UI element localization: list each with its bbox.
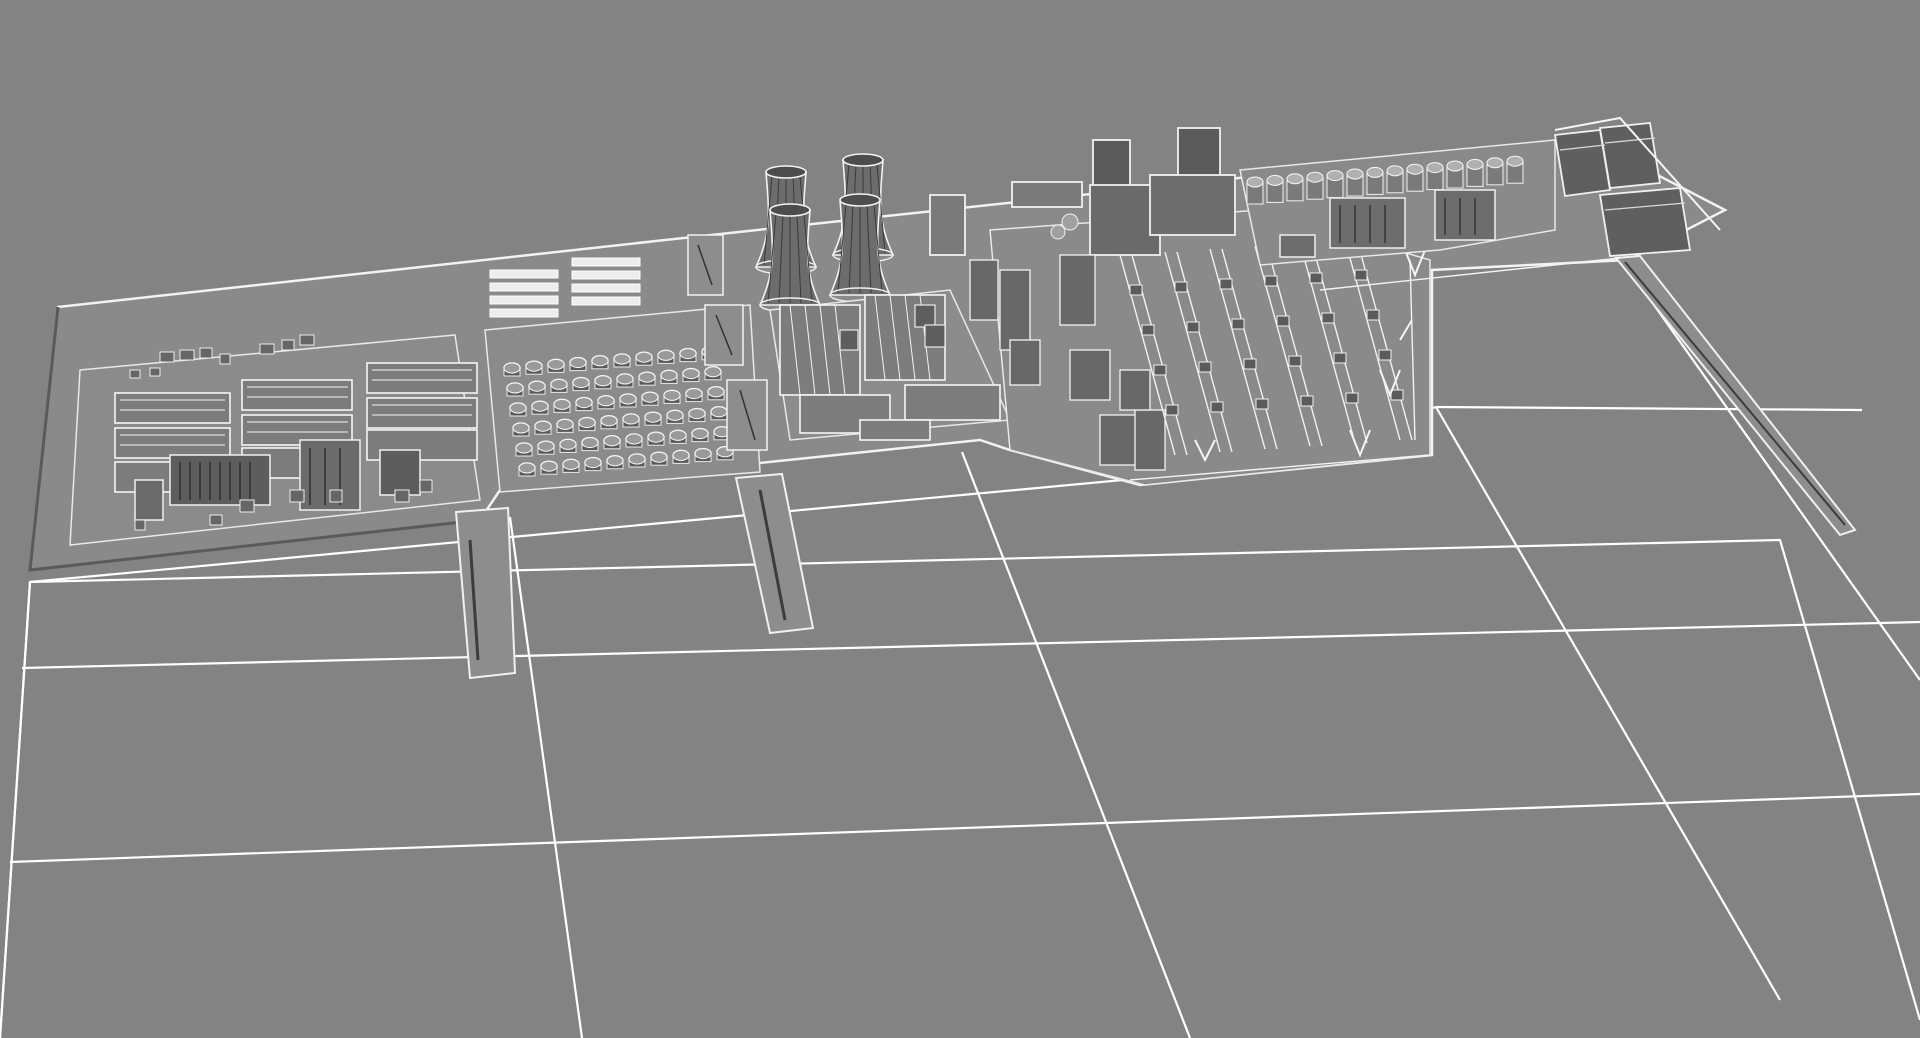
tank-roof bbox=[707, 386, 725, 398]
transformer bbox=[1141, 324, 1155, 336]
transformer bbox=[1210, 401, 1224, 413]
tank-roof bbox=[616, 373, 634, 385]
silo-top bbox=[1246, 176, 1264, 188]
tank-roof bbox=[672, 449, 690, 461]
transformer bbox=[1165, 404, 1179, 416]
silo-top bbox=[1386, 165, 1404, 177]
tank-roof bbox=[572, 377, 590, 389]
tank-roof bbox=[625, 433, 643, 445]
tank-roof bbox=[594, 375, 612, 387]
tank-roof bbox=[528, 380, 546, 392]
tank-roof bbox=[635, 351, 653, 363]
tank-roof bbox=[657, 349, 675, 361]
tank-roof bbox=[663, 389, 681, 401]
silo-top bbox=[1346, 168, 1364, 180]
transformer bbox=[1129, 284, 1143, 296]
tank-roof bbox=[638, 371, 656, 383]
tank-roof bbox=[518, 462, 536, 474]
tank-roof bbox=[619, 393, 637, 405]
tank-roof bbox=[597, 395, 615, 407]
tank-roof bbox=[688, 408, 706, 420]
tank-roof bbox=[682, 368, 700, 380]
transformer bbox=[1219, 278, 1233, 290]
tank-roof bbox=[644, 411, 662, 423]
silo-top bbox=[1446, 160, 1464, 172]
tank-roof bbox=[531, 400, 549, 412]
transformer bbox=[1264, 275, 1278, 287]
tank-roof bbox=[660, 369, 678, 381]
tank-roof bbox=[710, 406, 728, 418]
tank-roof bbox=[550, 378, 568, 390]
transformer bbox=[1390, 389, 1404, 401]
tank-roof bbox=[641, 391, 659, 403]
tank-roof bbox=[512, 422, 530, 434]
tank-roof bbox=[556, 418, 574, 430]
3d-viewport[interactable] bbox=[0, 0, 1920, 1038]
tank-roof bbox=[581, 437, 599, 449]
tank-roof bbox=[704, 366, 722, 378]
tank-roof bbox=[515, 442, 533, 454]
tank-roof bbox=[540, 460, 558, 472]
tank-roof bbox=[591, 355, 609, 367]
transformer bbox=[1333, 352, 1347, 364]
transformer bbox=[1354, 269, 1368, 281]
tank-roof bbox=[562, 458, 580, 470]
tank-roof bbox=[694, 448, 712, 460]
transformer bbox=[1288, 355, 1302, 367]
silo-top bbox=[1506, 155, 1524, 167]
tank-roof bbox=[525, 360, 543, 372]
transformer bbox=[1345, 392, 1359, 404]
silo-top bbox=[1426, 162, 1444, 174]
transformer bbox=[1174, 281, 1188, 293]
tank-roof bbox=[584, 457, 602, 469]
silo-top bbox=[1486, 157, 1504, 169]
scene-canvas[interactable] bbox=[0, 0, 1920, 1038]
transformer bbox=[1366, 309, 1380, 321]
transformer bbox=[1276, 315, 1290, 327]
tank-roof bbox=[569, 357, 587, 369]
tank-roof bbox=[622, 413, 640, 425]
silo-top bbox=[1306, 171, 1324, 183]
tank-roof bbox=[578, 417, 596, 429]
silo-top bbox=[1406, 163, 1424, 175]
transformer bbox=[1378, 349, 1392, 361]
silo-top bbox=[1286, 173, 1304, 185]
transformer bbox=[1153, 364, 1167, 376]
transformer bbox=[1186, 321, 1200, 333]
tank-roof bbox=[503, 362, 521, 374]
transformer bbox=[1198, 361, 1212, 373]
tank-roof bbox=[506, 382, 524, 394]
tank-roof bbox=[685, 388, 703, 400]
tank-roof bbox=[691, 428, 709, 440]
tank-roof bbox=[559, 438, 577, 450]
tank-roof bbox=[537, 440, 555, 452]
tank-roof bbox=[666, 409, 684, 421]
tank-roof bbox=[600, 415, 618, 427]
transformer bbox=[1300, 395, 1314, 407]
transformer bbox=[1321, 312, 1335, 324]
transformer bbox=[1231, 318, 1245, 330]
tank-roof bbox=[553, 398, 571, 410]
tank-roof bbox=[509, 402, 527, 414]
tank-roof bbox=[650, 451, 668, 463]
silo-top bbox=[1326, 170, 1344, 182]
tank-roof bbox=[647, 431, 665, 443]
tank-roof bbox=[547, 358, 565, 370]
tank-roof bbox=[613, 353, 631, 365]
transformer bbox=[1309, 272, 1323, 284]
tank-roof bbox=[603, 435, 621, 447]
tank-roof bbox=[669, 429, 687, 441]
tank-roof bbox=[679, 348, 697, 360]
silo-top bbox=[1366, 166, 1384, 178]
tank-roof bbox=[534, 420, 552, 432]
tank-roof bbox=[575, 397, 593, 409]
silo-top bbox=[1466, 158, 1484, 170]
transformer bbox=[1243, 358, 1257, 370]
tank-roof bbox=[606, 455, 624, 467]
silo-top bbox=[1266, 174, 1284, 186]
tank-roof bbox=[628, 453, 646, 465]
transformer bbox=[1255, 398, 1269, 410]
